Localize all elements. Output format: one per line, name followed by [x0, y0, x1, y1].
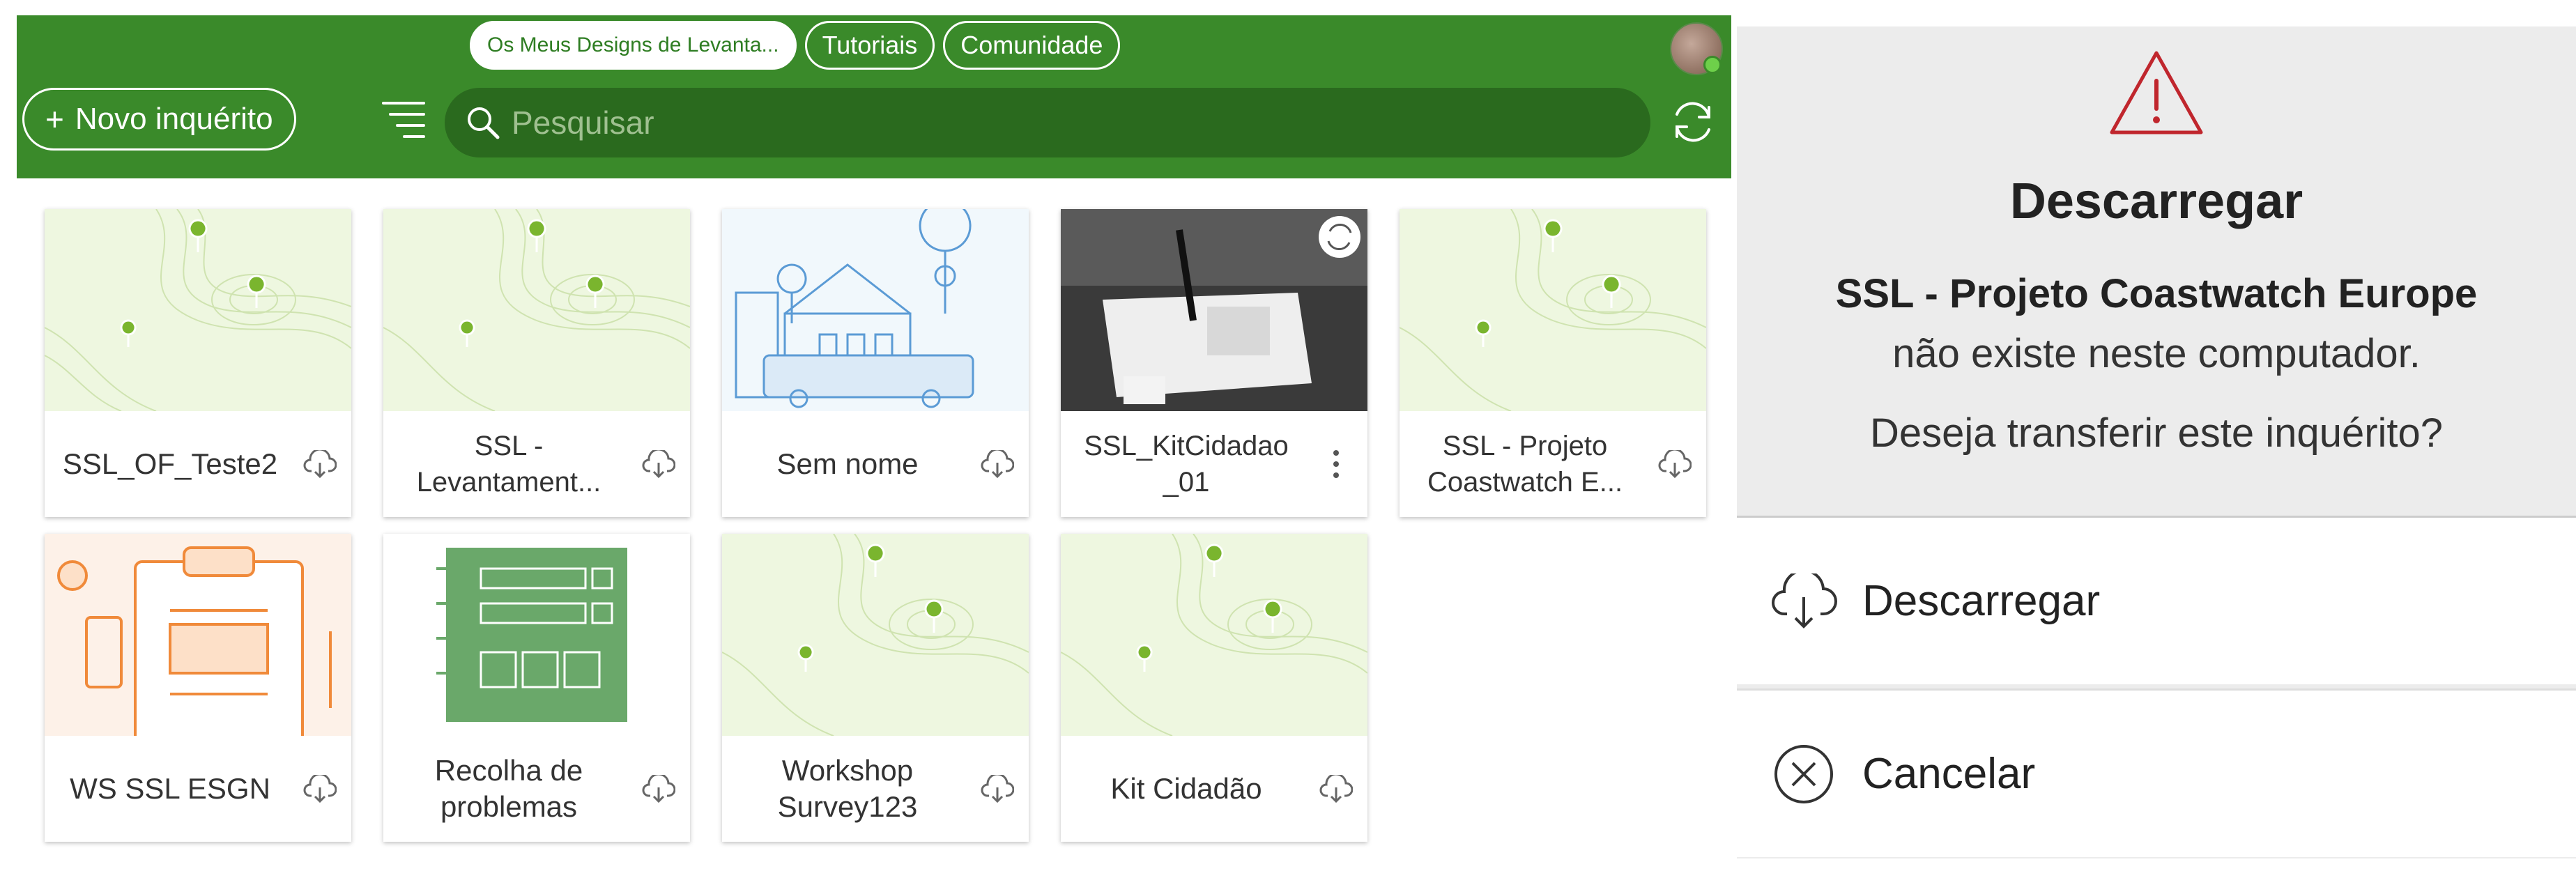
online-status-icon	[1703, 56, 1722, 74]
survey-title: Kit Cidadão	[1110, 772, 1262, 805]
cloud-download-icon[interactable]	[634, 764, 683, 813]
new-survey-label: Novo inquérito	[75, 102, 273, 136]
survey-title: WS SSL ESGN	[70, 772, 270, 805]
survey-title: SSL - Levantament...	[416, 431, 601, 498]
cloud-download-icon[interactable]	[1312, 764, 1360, 813]
download-dialog: Descarregar SSL - Projeto Coastwatch Eur…	[1737, 26, 2576, 858]
form-thumbnail	[383, 534, 690, 736]
cloud-download-icon[interactable]	[973, 440, 1022, 488]
cancel-label: Cancelar	[1862, 750, 2036, 798]
dialog-body: Descarregar SSL - Projeto Coastwatch Eur…	[1737, 26, 2576, 511]
survey-card[interactable]: SSL - Projeto Coastwatch E...	[1400, 209, 1706, 517]
survey-title: Recolha de problemas	[434, 754, 583, 823]
sort-filter-icon[interactable]	[379, 95, 428, 144]
search-icon	[468, 107, 500, 139]
dialog-survey-name: SSL - Projeto Coastwatch Europe	[1835, 271, 2478, 316]
tab-community[interactable]: Comunidade	[943, 21, 1121, 70]
survey-title: SSL_KitCidadao _01	[1084, 431, 1289, 498]
search-input[interactable]: Pesquisar	[445, 88, 1650, 157]
map-thumbnail	[45, 209, 351, 411]
new-survey-button[interactable]: + Novo inquérito	[22, 88, 296, 151]
survey-title: Sem nome	[776, 447, 919, 480]
survey-card[interactable]: Workshop Survey123	[722, 534, 1029, 842]
dialog-message: não existe neste computador.	[1892, 331, 2421, 376]
cloud-download-icon[interactable]	[296, 440, 344, 488]
dialog-question: Deseja transferir este inquérito?	[1869, 410, 2444, 456]
avatar[interactable]	[1670, 22, 1723, 75]
close-icon	[1774, 744, 1833, 803]
cloud-download-icon[interactable]	[973, 764, 1022, 813]
survey-title: Workshop Survey123	[777, 754, 918, 823]
survey-card[interactable]: SSL - Levantament...	[383, 209, 690, 517]
map-thumbnail	[1061, 534, 1367, 736]
download-label: Descarregar	[1862, 577, 2101, 625]
tab-tutorials[interactable]: Tutoriais	[804, 21, 935, 70]
refresh-icon[interactable]	[1667, 96, 1719, 148]
cloud-download-icon[interactable]	[296, 764, 344, 813]
download-button[interactable]: Descarregar	[1737, 516, 2576, 684]
tab-my-designs[interactable]: Os Meus Designs de Levanta...	[470, 21, 797, 70]
cancel-button[interactable]: Cancelar	[1737, 688, 2576, 857]
cloud-download-icon	[1772, 573, 1837, 629]
survey-gallery: Os Meus Designs de Levanta... Tutoriais …	[17, 15, 1731, 852]
more-vertical-icon[interactable]	[1312, 440, 1360, 488]
cloud-download-icon[interactable]	[1650, 440, 1699, 488]
survey-title: SSL_OF_Teste2	[62, 447, 278, 480]
survey-card[interactable]: Kit Cidadão	[1061, 534, 1367, 842]
survey-card[interactable]: SSL_KitCidadao _01	[1061, 209, 1367, 517]
plus-icon: +	[45, 101, 64, 137]
survey-card[interactable]: Sem nome	[722, 209, 1029, 517]
survey-card[interactable]: WS SSL ESGN	[45, 534, 351, 842]
map-thumbnail	[1400, 209, 1706, 411]
survey-card[interactable]: Recolha de problemas	[383, 534, 690, 842]
warning-icon	[2110, 51, 2203, 134]
top-bar: Os Meus Designs de Levanta... Tutoriais …	[17, 15, 1731, 178]
device-photo-thumbnail	[1061, 209, 1367, 411]
gallery-tabs: Os Meus Designs de Levanta... Tutoriais …	[470, 21, 1121, 70]
survey-title: SSL - Projeto Coastwatch E...	[1427, 431, 1623, 498]
dialog-title: Descarregar	[2009, 174, 2303, 229]
cloud-download-icon[interactable]	[634, 440, 683, 488]
map-thumbnail	[383, 209, 690, 411]
survey-card[interactable]: SSL_OF_Teste2	[45, 209, 351, 517]
map-thumbnail	[722, 534, 1029, 736]
city-bus-thumbnail	[722, 209, 1029, 411]
search-placeholder: Pesquisar	[512, 105, 654, 141]
clipboard-thumbnail	[45, 534, 351, 736]
